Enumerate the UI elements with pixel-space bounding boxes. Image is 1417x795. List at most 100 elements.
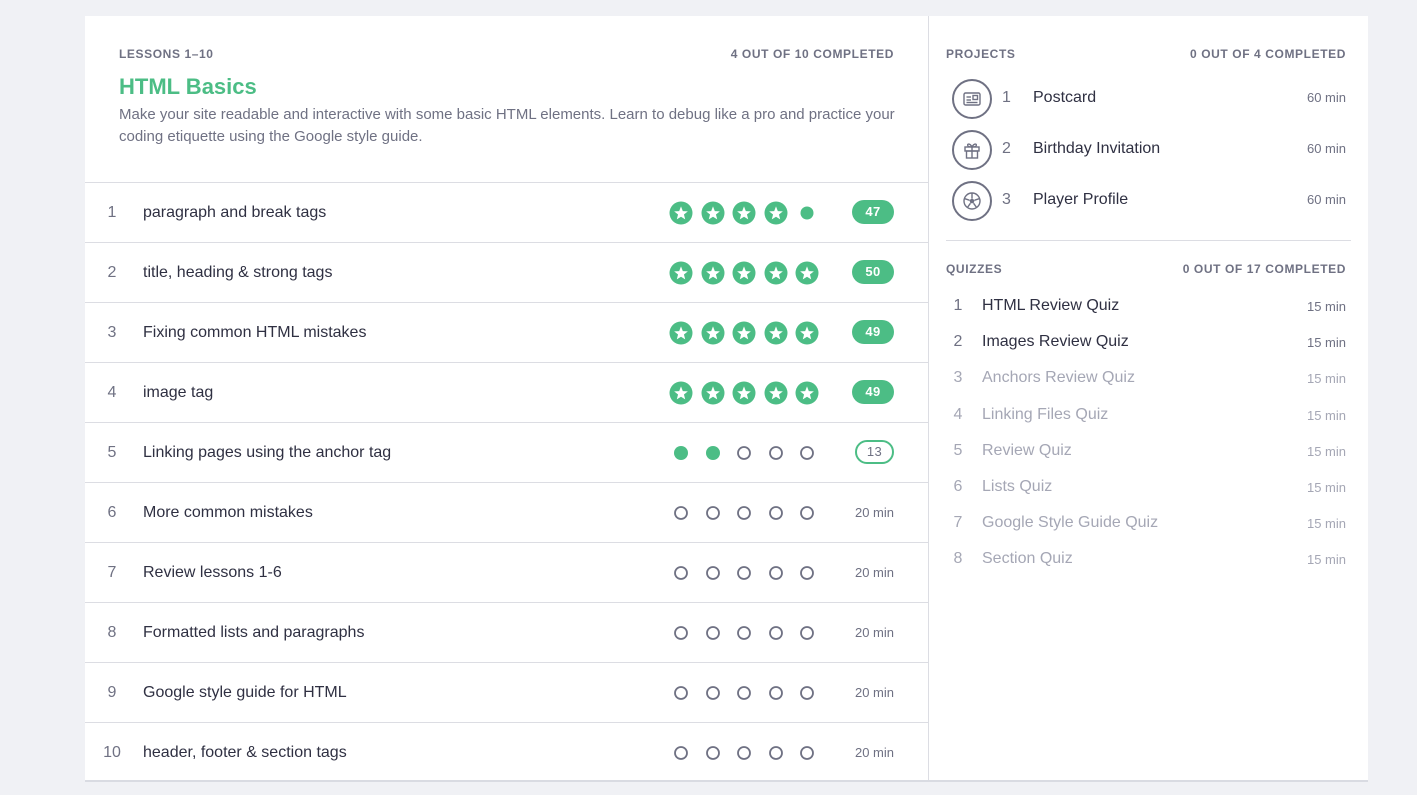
star-badge-icon [701, 321, 724, 345]
quiz-title: Section Quiz [982, 550, 1073, 568]
quizzes-label: QUIZZES [946, 262, 1003, 276]
project-row[interactable]: 3 Player Profile 60 min [946, 180, 1346, 222]
lesson-row[interactable]: 6 More common mistakes 20 min [85, 482, 928, 542]
quiz-number: 2 [953, 333, 963, 351]
quiz-row[interactable]: 1 HTML Review Quiz 15 min [946, 288, 1346, 324]
sidebar-panel: PROJECTS 0 OUT OF 4 COMPLETED 1 Postcard 6… [946, 16, 1351, 780]
quiz-duration: 15 min [1306, 335, 1346, 351]
project-duration: 60 min [1306, 90, 1346, 105]
lesson-title: Fixing common HTML mistakes [143, 324, 367, 341]
course-title: HTML Basics [119, 74, 257, 99]
postcard-icon [952, 79, 992, 119]
lesson-row[interactable]: 9 Google style guide for HTML 20 min [85, 662, 928, 722]
empty-circle-icon [768, 446, 783, 460]
lesson-title: paragraph and break tags [143, 204, 327, 221]
lesson-row[interactable]: 10 header, footer & section tags 20 min [85, 722, 928, 782]
star-badge-icon [701, 381, 724, 405]
empty-circle-icon [768, 746, 783, 760]
quiz-title: Review Quiz [982, 441, 1072, 459]
lesson-progress-marks [669, 441, 829, 465]
empty-circle-icon [705, 506, 720, 520]
lesson-row[interactable]: 7 Review lessons 1-6 20 min [85, 542, 928, 602]
quiz-title: Linking Files Quiz [982, 405, 1109, 423]
quiz-title: Lists Quiz [982, 478, 1053, 495]
star-badge-icon [764, 381, 787, 405]
quiz-row[interactable]: 3 Anchors Review Quiz 15 min [946, 360, 1346, 396]
lesson-score-badge: 49 [852, 320, 894, 344]
empty-circle-icon [768, 506, 783, 520]
quiz-duration: 15 min [1306, 552, 1346, 568]
lesson-row[interactable]: 3 Fixing common HTML mistakes 49 [85, 302, 928, 362]
empty-circle-icon [800, 626, 814, 640]
empty-circle-icon [674, 506, 688, 520]
star-badge-icon [795, 381, 819, 405]
quiz-row[interactable]: 8 Section Quiz 15 min [946, 541, 1346, 577]
lesson-title: Review lessons 1-6 [143, 564, 282, 581]
quiz-number: 3 [953, 369, 963, 387]
empty-circle-icon [737, 446, 751, 460]
star-badge-icon [669, 381, 693, 405]
quiz-row[interactable]: 4 Linking Files Quiz 15 min [946, 397, 1346, 433]
project-duration: 60 min [1306, 141, 1346, 156]
project-duration: 60 min [1306, 192, 1346, 207]
quizzes-completed-count: 0 OUT OF 17 COMPLETED [1182, 262, 1346, 276]
projects-completed-count: 0 OUT OF 4 COMPLETED [1189, 47, 1346, 61]
lesson-title: title, heading & strong tags [143, 264, 333, 281]
quiz-number: 4 [953, 405, 963, 423]
star-badge-icon [732, 201, 756, 225]
lesson-progress-marks [669, 261, 829, 285]
lesson-title: header, footer & section tags [143, 744, 347, 761]
lesson-progress-marks [669, 201, 829, 225]
project-row[interactable]: 2 Birthday Invitation 60 min [946, 129, 1346, 171]
lessons-completed-count: 4 OUT OF 10 COMPLETED [730, 47, 894, 61]
lesson-row[interactable]: 1 paragraph and break tags 47 [85, 182, 928, 242]
star-badge-icon [764, 201, 787, 225]
empty-circle-icon [800, 506, 814, 520]
quiz-number: 8 [953, 550, 963, 568]
lesson-duration: 20 min [854, 505, 894, 520]
lesson-row[interactable]: 4 image tag 49 [85, 362, 928, 422]
empty-circle-icon [705, 686, 720, 700]
project-row[interactable]: 1 Postcard 60 min [946, 78, 1346, 120]
empty-circle-icon [737, 626, 751, 640]
filled-dot-icon [674, 446, 688, 460]
empty-circle-icon [800, 746, 814, 760]
lesson-row[interactable]: 8 Formatted lists and paragraphs 20 min [85, 602, 928, 662]
star-badge-icon [795, 261, 819, 285]
partial-dot-icon [800, 206, 814, 220]
quiz-number: 6 [953, 478, 963, 495]
quiz-duration: 15 min [1306, 407, 1346, 423]
project-title: Postcard [1033, 89, 1097, 106]
lesson-number: 9 [107, 684, 117, 701]
project-number: 2 [1002, 140, 1011, 157]
empty-circle-icon [674, 566, 688, 580]
quiz-title: HTML Review Quiz [982, 297, 1120, 314]
star-badge-icon [701, 201, 724, 225]
empty-circle-icon [768, 626, 783, 640]
quiz-row[interactable]: 5 Review Quiz 15 min [946, 433, 1346, 469]
empty-circle-icon [674, 626, 688, 640]
quiz-number: 7 [953, 514, 963, 532]
empty-circle-icon [737, 506, 751, 520]
quiz-row[interactable]: 6 Lists Quiz 15 min [946, 469, 1346, 505]
lesson-number: 6 [107, 504, 117, 521]
star-badge-icon [795, 321, 819, 345]
star-badge-icon [669, 261, 693, 285]
quiz-title: Images Review Quiz [982, 333, 1129, 351]
star-badge-icon [669, 321, 693, 345]
quiz-row[interactable]: 2 Images Review Quiz 15 min [946, 324, 1346, 360]
project-number: 1 [1002, 89, 1011, 106]
quiz-duration: 15 min [1306, 516, 1346, 532]
project-number: 3 [1002, 191, 1011, 208]
lesson-progress-marks [669, 561, 829, 585]
lesson-score-badge: 13 [855, 440, 894, 464]
empty-circle-icon [800, 686, 814, 700]
lesson-row[interactable]: 5 Linking pages using the anchor tag 13 [85, 422, 928, 482]
lesson-progress-marks [669, 681, 829, 705]
lesson-number: 5 [107, 444, 117, 461]
quiz-number: 5 [953, 441, 963, 459]
star-badge-icon [732, 261, 756, 285]
empty-circle-icon [800, 566, 814, 580]
quiz-row[interactable]: 7 Google Style Guide Quiz 15 min [946, 505, 1346, 541]
lesson-row[interactable]: 2 title, heading & strong tags 50 [85, 242, 928, 302]
